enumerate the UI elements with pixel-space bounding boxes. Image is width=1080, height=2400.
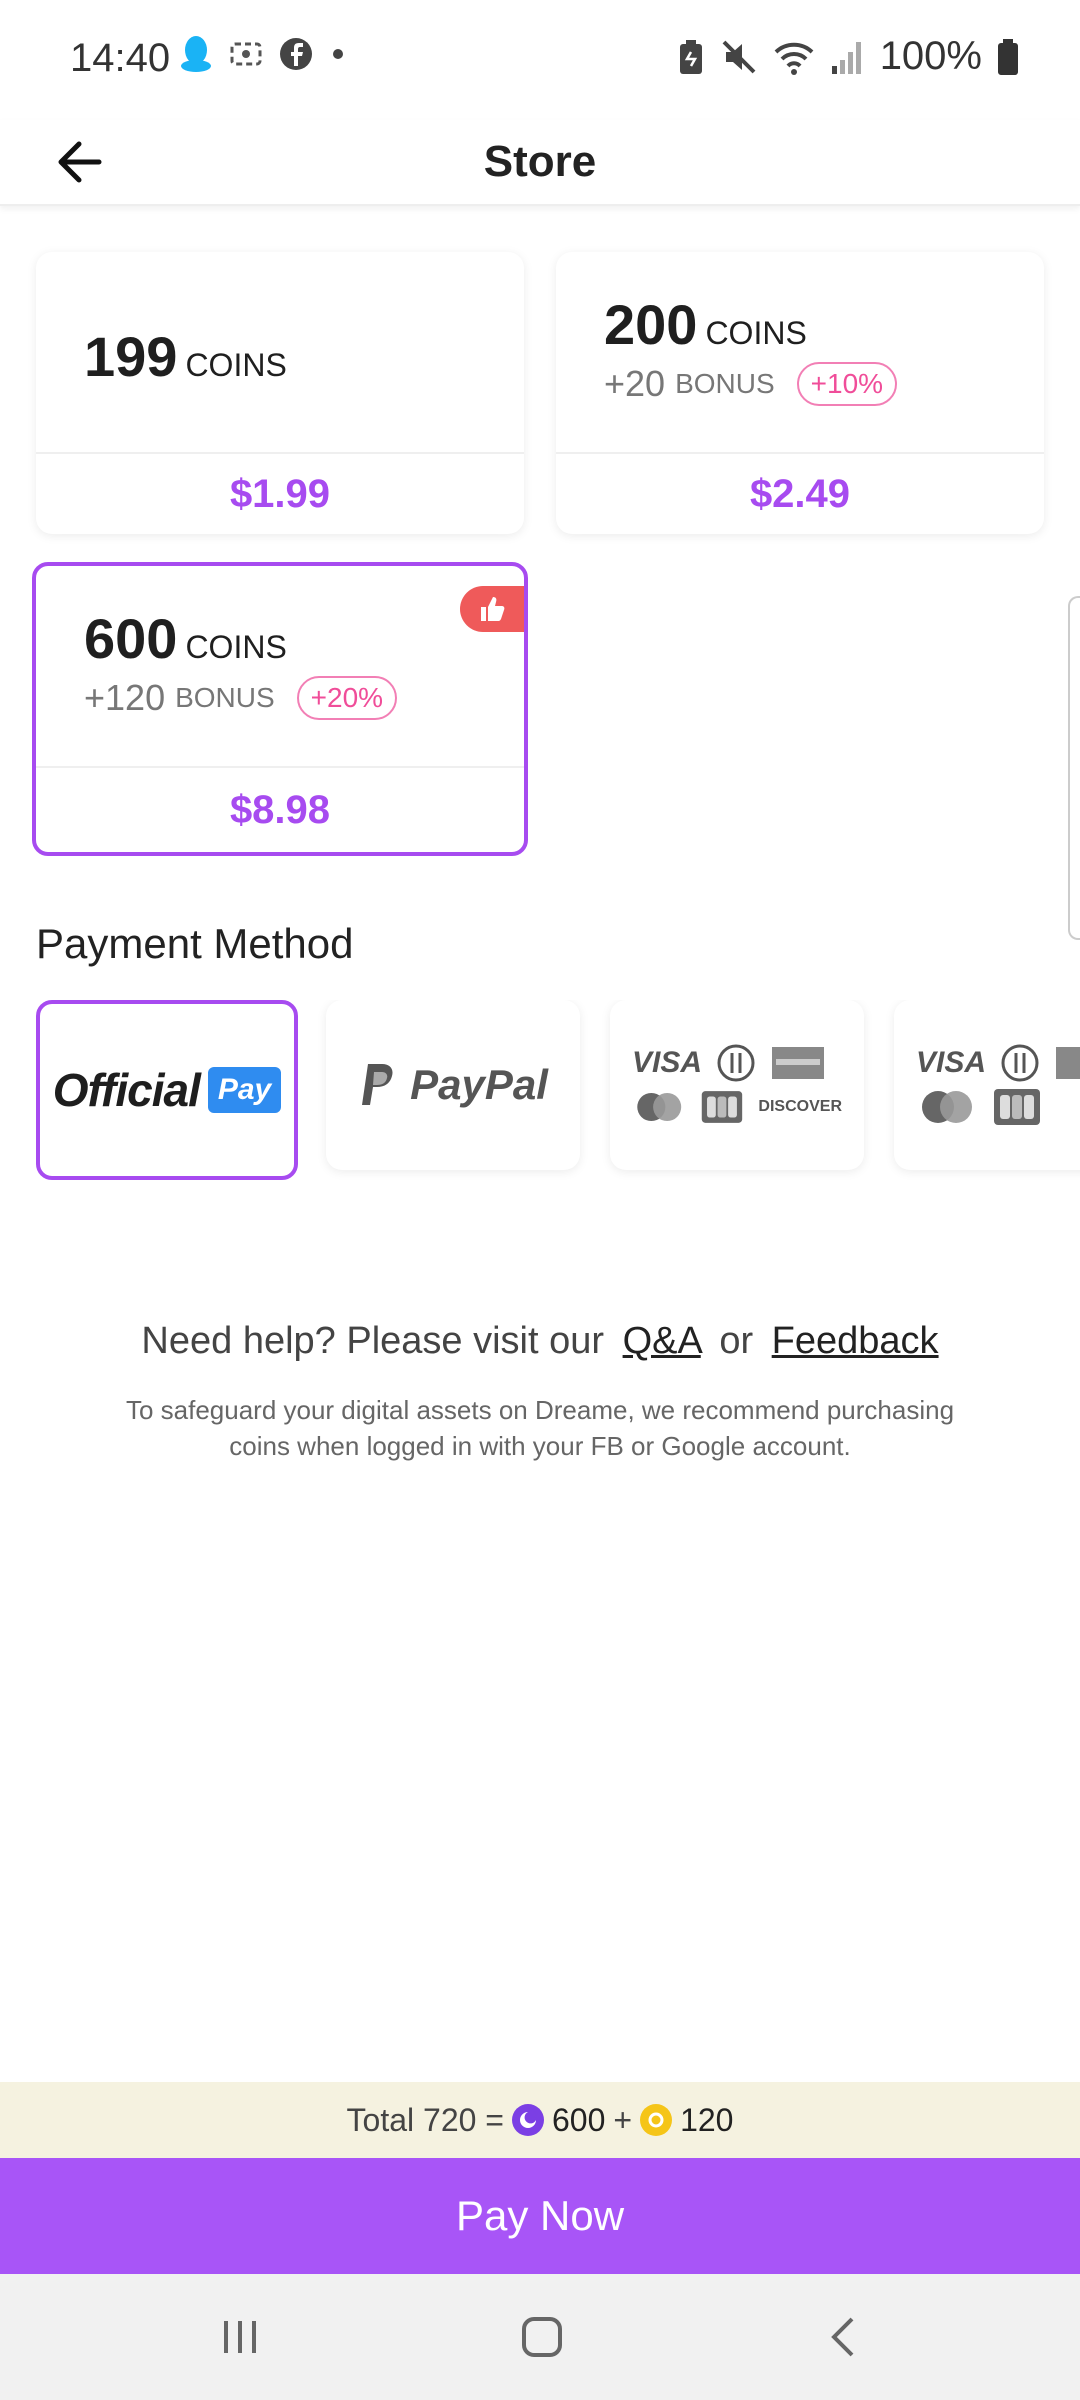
battery-saver-icon bbox=[679, 39, 702, 74]
status-right-icons: 100% bbox=[676, 34, 1020, 79]
signal-icon bbox=[831, 41, 861, 74]
payment-official-pay[interactable]: Official Pay bbox=[36, 1000, 298, 1180]
coins-amount: 199 COINS bbox=[84, 325, 287, 388]
coins-amount: 600 COINS bbox=[84, 607, 287, 670]
recent-apps-button[interactable] bbox=[160, 2274, 320, 2400]
bonus-info: +120 BONUS +20% bbox=[84, 676, 398, 720]
status-time: 14:40 bbox=[70, 36, 171, 80]
home-button[interactable] bbox=[462, 2274, 622, 2400]
gold-coin-icon bbox=[640, 2104, 673, 2136]
payment-paypal[interactable]: PayPal bbox=[326, 1000, 580, 1170]
back-button[interactable] bbox=[34, 120, 124, 204]
total-summary: Total 720 = 600 + 120 bbox=[0, 2082, 1080, 2158]
diners-club-icon bbox=[1001, 1044, 1039, 1082]
pay-now-button[interactable]: Pay Now bbox=[0, 2158, 1080, 2274]
battery-icon bbox=[998, 38, 1018, 75]
payment-credit-cards-alt[interactable]: VISA bbox=[894, 1000, 1080, 1170]
mute-icon bbox=[722, 40, 756, 73]
jcb-icon bbox=[994, 1089, 1040, 1125]
jcb-icon bbox=[702, 1091, 743, 1123]
package-price: $2.49 bbox=[749, 471, 851, 516]
page-title: Store bbox=[483, 137, 597, 186]
app-bar: Store bbox=[0, 120, 1080, 206]
purple-coin-icon bbox=[511, 2104, 544, 2136]
diners-club-icon bbox=[717, 1044, 755, 1082]
dot-icon bbox=[333, 49, 343, 59]
package-price: $1.99 bbox=[229, 471, 331, 516]
security-note: To safeguard your digital assets on Drea… bbox=[125, 1395, 955, 1461]
coin-package-199[interactable]: 199 COINS $1.99 bbox=[36, 252, 524, 534]
bonus-percent-badge: +10% bbox=[796, 362, 898, 406]
status-left-icons bbox=[178, 34, 348, 74]
paypal-icon bbox=[362, 1064, 393, 1105]
wifi-icon bbox=[774, 42, 814, 75]
mastercard-icon bbox=[922, 1091, 972, 1123]
screen-record-icon bbox=[230, 42, 262, 66]
help-text: Need help? Please visit our Q&A or Feedb… bbox=[141, 1320, 939, 1362]
battery-percent: 100% bbox=[879, 34, 982, 78]
feedback-link[interactable]: Feedback bbox=[772, 1320, 939, 1362]
system-back-button[interactable] bbox=[764, 2274, 924, 2400]
coin-package-200[interactable]: 200 COINS +20 BONUS +10% $2.49 bbox=[556, 252, 1044, 534]
scroll-edge-indicator bbox=[1068, 596, 1080, 940]
arrow-left-icon bbox=[58, 141, 102, 183]
mastercard-icon bbox=[637, 1092, 682, 1122]
bonus-info: +20 BONUS +10% bbox=[604, 362, 898, 406]
system-nav-bar bbox=[0, 2274, 1080, 2400]
chevron-left-icon bbox=[831, 2317, 854, 2357]
status-bar: 14:40 100% bbox=[0, 0, 1080, 120]
coins-amount: 200 COINS bbox=[604, 293, 807, 356]
payment-method-title: Payment Method bbox=[36, 920, 354, 967]
amex-icon bbox=[1056, 1047, 1080, 1079]
coin-package-600[interactable]: 600 COINS +120 BONUS +20% $8.98 bbox=[32, 562, 528, 856]
facebook-icon bbox=[280, 38, 312, 70]
recent-apps-icon bbox=[224, 2321, 256, 2353]
amex-icon bbox=[772, 1047, 825, 1079]
payment-method-list: Official Pay PayPal VISA DISCOVER VISA bbox=[36, 1000, 1080, 1180]
payment-credit-cards[interactable]: VISA DISCOVER bbox=[610, 1000, 864, 1170]
home-icon bbox=[522, 2317, 562, 2357]
bonus-percent-badge: +20% bbox=[296, 676, 398, 720]
qq-icon bbox=[181, 36, 211, 72]
qa-link[interactable]: Q&A bbox=[623, 1320, 701, 1362]
package-price: $8.98 bbox=[229, 787, 331, 832]
